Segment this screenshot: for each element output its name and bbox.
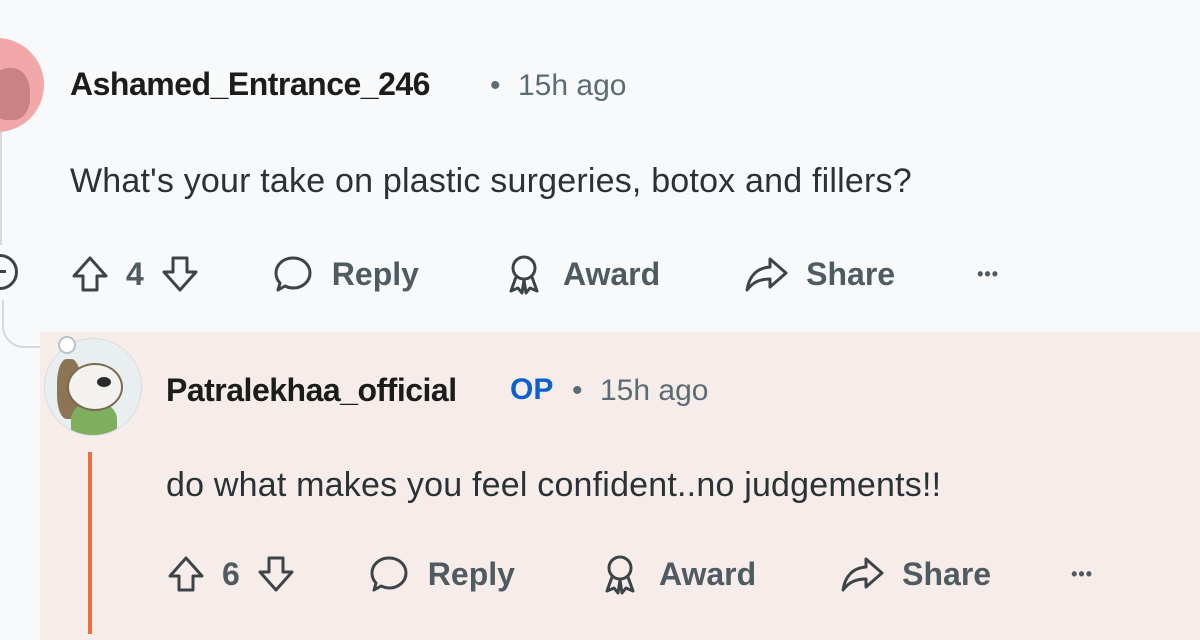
avatar-snoo-icon (0, 68, 30, 120)
share-button[interactable]: Share (742, 251, 895, 297)
downvote-button[interactable] (254, 552, 298, 596)
comment-bubble-icon (370, 556, 408, 592)
avatar-eye (97, 377, 111, 387)
comment-bubble-icon (274, 256, 312, 292)
award-button[interactable]: Award (501, 251, 660, 297)
comment-body: do what makes you feel confident..no jud… (166, 466, 942, 504)
upvote-icon (72, 256, 108, 292)
share-icon (841, 557, 884, 592)
thread-line[interactable] (0, 130, 2, 245)
more-options-button[interactable]: ••• (977, 264, 999, 285)
award-label: Award (562, 255, 661, 292)
avatar-antenna-icon (58, 336, 76, 354)
meta-separator: • (572, 374, 583, 407)
award-icon (509, 255, 539, 295)
downvote-icon (258, 556, 294, 592)
comment-author[interactable]: Ashamed_Entrance_246 (70, 66, 430, 103)
upvote-button[interactable] (164, 552, 208, 596)
more-options-button[interactable]: ••• (1071, 564, 1093, 585)
award-label: Award (658, 555, 757, 592)
avatar[interactable] (44, 338, 142, 436)
collapse-thread-button[interactable] (0, 254, 18, 290)
comment-timestamp[interactable]: 15h ago (600, 374, 708, 408)
thread-connector (2, 300, 42, 348)
meta-separator: • (490, 69, 501, 102)
reply-label: Reply (427, 555, 515, 592)
share-icon (745, 257, 788, 292)
share-label: Share (806, 255, 896, 292)
comment-body: What's your take on plastic surgeries, b… (70, 162, 912, 200)
comment-actions: 4 Reply Award Share ••• (68, 246, 999, 302)
reply-label: Reply (331, 255, 419, 292)
comment-thread: Ashamed_Entrance_246 • 15h ago What's yo… (0, 0, 1200, 640)
op-badge: OP (510, 373, 554, 406)
reply-button[interactable]: Reply (270, 251, 419, 297)
vote-count: 4 (126, 255, 144, 292)
avatar[interactable] (0, 38, 44, 132)
share-label: Share (902, 555, 992, 592)
vote-count: 6 (222, 555, 240, 592)
comment-actions: 6 Reply Award Share ••• (164, 546, 1093, 602)
reply-button[interactable]: Reply (366, 551, 515, 597)
award-icon (605, 555, 635, 595)
upvote-icon (168, 556, 204, 592)
share-button[interactable]: Share (838, 551, 991, 597)
downvote-button[interactable] (158, 252, 202, 296)
comment-author[interactable]: Patralekhaa_official (166, 372, 457, 409)
avatar-face (67, 363, 123, 411)
upvote-button[interactable] (68, 252, 112, 296)
award-button[interactable]: Award (597, 551, 756, 597)
comment-timestamp[interactable]: 15h ago (518, 69, 626, 103)
downvote-icon (162, 256, 198, 292)
reply-thread-line[interactable] (88, 452, 92, 634)
